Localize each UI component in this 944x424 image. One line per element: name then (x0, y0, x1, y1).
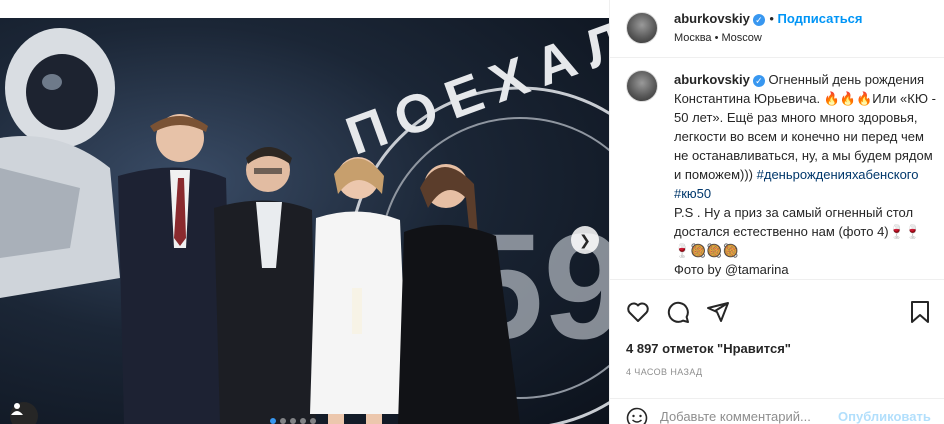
chevron-right-icon[interactable]: ❯ (571, 226, 599, 254)
person-2 (214, 147, 316, 424)
instagram-post: ПОЕХАЛИ 59 (0, 0, 944, 424)
username[interactable]: aburkovskiy (674, 11, 750, 26)
verified-icon: ✓ (752, 14, 765, 26)
post-sidebar: aburkovskiy ✓ • Подписаться Москва • Mosc… (609, 0, 944, 424)
carousel-dot (290, 418, 296, 424)
user-tag-icon[interactable] (10, 402, 38, 424)
carousel-dots (270, 418, 316, 424)
follow-button[interactable]: Подписаться (778, 11, 863, 26)
avatar[interactable] (626, 70, 658, 102)
action-bar (610, 280, 944, 340)
photo-illustration: ПОЕХАЛИ 59 (0, 18, 609, 424)
verified-icon: ✓ (752, 75, 765, 87)
heart-icon[interactable] (626, 300, 650, 324)
carousel-dot (300, 418, 306, 424)
comment-icon[interactable] (666, 300, 690, 324)
top-gap (0, 0, 609, 18)
caption-username[interactable]: aburkovskiy (674, 72, 750, 87)
avatar[interactable] (626, 12, 658, 44)
carousel-dot (310, 418, 316, 424)
carousel-dot (270, 418, 276, 424)
share-icon[interactable] (706, 300, 730, 324)
carousel-dot (280, 418, 286, 424)
header-title-row: aburkovskiy ✓ • Подписаться (674, 10, 863, 28)
bookmark-icon[interactable] (910, 300, 930, 324)
caption-text: aburkovskiy ✓ Огненный день рождения Конс… (674, 70, 936, 279)
person-1 (118, 114, 232, 424)
comment-bar: Опубликовать (610, 398, 944, 424)
post-header: aburkovskiy ✓ • Подписаться Москва • Mosc… (610, 0, 944, 58)
caption-ps: P.S . Ну а приз за самый огненный стол д… (674, 205, 922, 258)
svg-text:ПОЕХАЛИ: ПОЕХАЛИ (338, 18, 609, 167)
caption-area: aburkovskiy ✓ Огненный день рождения Конс… (610, 58, 944, 280)
caption-credit: Фото by @tamarina (674, 262, 789, 277)
likes-count[interactable]: 4 897 отметок "Нравится" (626, 341, 791, 356)
location-link[interactable]: Москва • Moscow (674, 32, 762, 44)
publish-button[interactable]: Опубликовать (838, 409, 931, 424)
astronaut-figure (0, 28, 120, 298)
emoji-icon[interactable] (626, 407, 648, 424)
post-photo[interactable]: ПОЕХАЛИ 59 (0, 18, 609, 424)
caption-body: Огненный день рождения Константина Юрьев… (674, 72, 936, 182)
separator-dot: • (769, 11, 778, 26)
post-time[interactable]: 4 часов назад (626, 367, 703, 377)
